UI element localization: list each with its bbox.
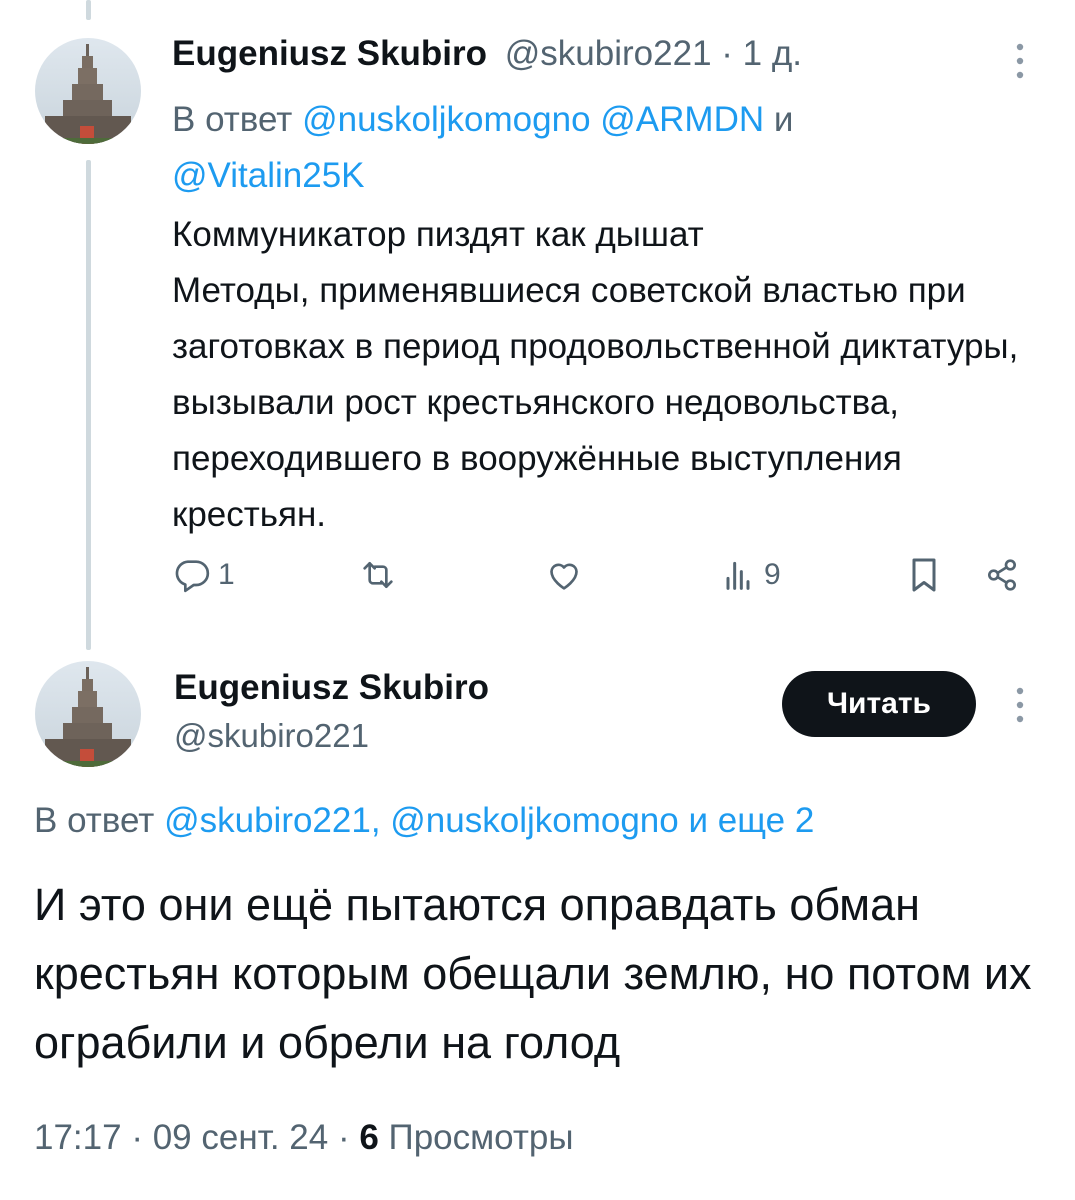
reply-mention-link[interactable]: @nuskoljkomogno	[302, 100, 590, 139]
tweet2-views-label: Просмотры	[388, 1118, 574, 1157]
tweet2-author-name[interactable]: Eugeniusz Skubiro	[174, 668, 489, 708]
reply-count: 1	[218, 558, 235, 591]
thread-line-top	[86, 0, 91, 20]
avatar-image	[35, 661, 141, 767]
tweet1-header: Eugeniusz Skubiro @skubiro221 · 1 д.	[172, 34, 802, 74]
meta-separator: ·	[131, 1118, 143, 1157]
avatar[interactable]	[35, 38, 141, 144]
reply-prefix: В ответ	[34, 801, 155, 840]
more-icon[interactable]	[1010, 40, 1030, 84]
reply-and: и	[773, 100, 794, 139]
meta-separator: ·	[337, 1118, 350, 1157]
reply-mention-link[interactable]: @Vitalin25K	[172, 156, 365, 195]
tweet2-meta: 17:17 · 09 сент. 24 · 6 Просмотры	[34, 1118, 574, 1158]
tweet2-text: И это они ещё пытаются оправдать обман к…	[34, 879, 1032, 1068]
reply-others-link[interactable]: и еще 2	[688, 801, 814, 840]
tweet1-time[interactable]: 1 д.	[743, 34, 802, 73]
tweet-time[interactable]: 17:17	[34, 1118, 122, 1157]
views-count: 9	[764, 558, 781, 591]
retweet-button[interactable]	[358, 555, 404, 595]
tweet2-views-count: 6	[359, 1118, 379, 1157]
tweet1-reply-to: В ответ @nuskoljkomogno @ARMDN и @Vitali…	[172, 92, 932, 204]
tweet1-author-name[interactable]: Eugeniusz Skubiro	[172, 34, 487, 73]
retweet-icon	[363, 562, 393, 588]
views-icon	[726, 561, 750, 590]
reply-mention-link[interactable]: @skubiro221, @nuskoljkomogno	[164, 801, 679, 840]
tweet1-text: Коммуникатор пиздят как дышат Методы, пр…	[172, 215, 1019, 534]
reply-icon	[175, 560, 210, 593]
like-button[interactable]	[544, 555, 590, 595]
tweet1-author-handle[interactable]: @skubiro221	[505, 34, 712, 73]
avatar[interactable]	[35, 661, 141, 767]
follow-button[interactable]: Читать	[782, 671, 976, 737]
reply-mention-link[interactable]: @ARMDN	[600, 100, 764, 139]
share-button[interactable]	[982, 555, 1022, 595]
reply-prefix: В ответ	[172, 100, 293, 139]
share-icon	[988, 559, 1016, 591]
bookmark-button[interactable]	[904, 555, 944, 595]
avatar-image	[35, 38, 141, 144]
bookmark-icon	[912, 558, 936, 592]
tweet2-author-handle[interactable]: @skubiro221	[174, 717, 369, 755]
more-icon[interactable]	[1010, 684, 1030, 728]
views-button[interactable]: 9	[718, 555, 781, 595]
tweet1-separator: ·	[721, 34, 733, 73]
tweet2-reply-to: В ответ @skubiro221, @nuskoljkomogno и е…	[34, 801, 814, 841]
like-icon	[550, 563, 578, 590]
tweet1-actions: 1 9	[172, 555, 1032, 605]
thread-line-connector	[86, 160, 91, 650]
reply-button[interactable]: 1	[172, 555, 235, 595]
tweet-date[interactable]: 09 сент. 24	[153, 1118, 328, 1157]
